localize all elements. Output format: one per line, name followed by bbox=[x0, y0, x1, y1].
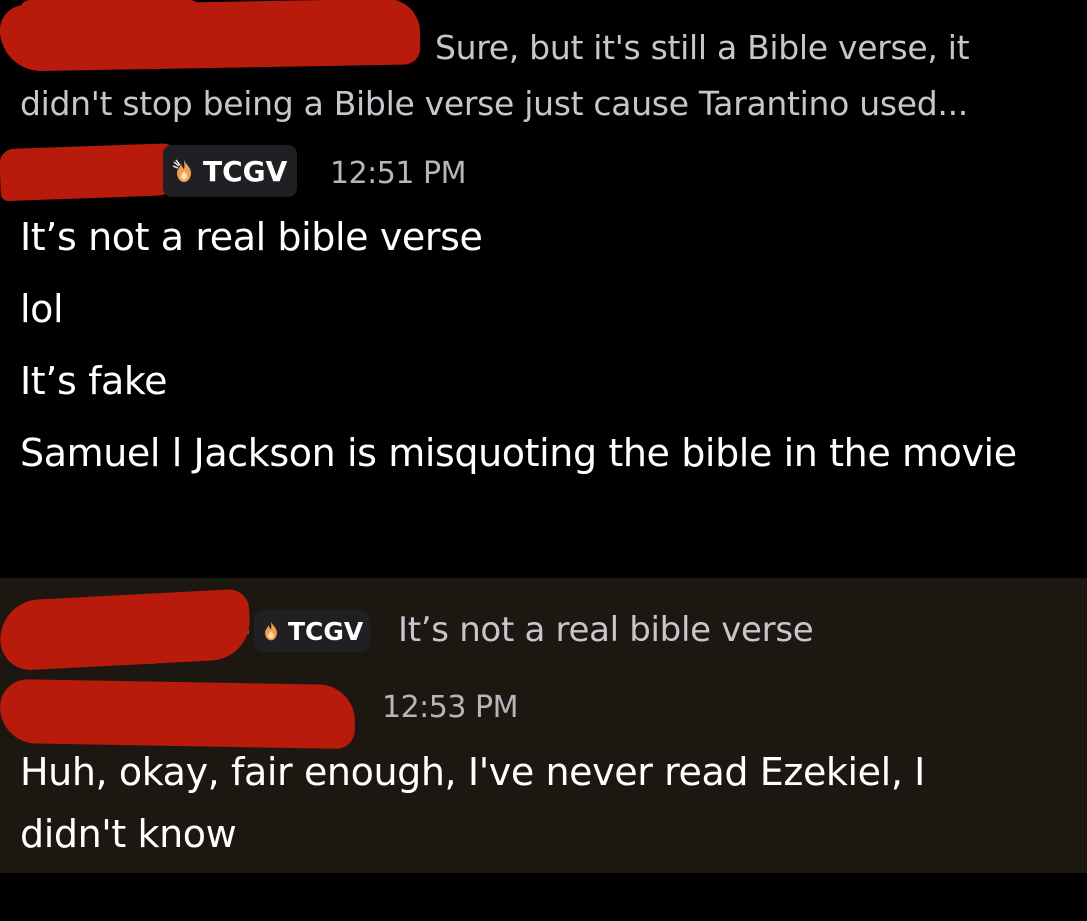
message-line: Huh, okay, fair enough, I've never read … bbox=[20, 750, 925, 856]
message-line: It’s fake bbox=[20, 359, 168, 403]
message-line: It’s not a real bible verse bbox=[20, 215, 483, 259]
role-tag-label: TCGV bbox=[203, 154, 288, 188]
reply-preview[interactable]: Sure, but it's still a Bible verse, it d… bbox=[0, 0, 1087, 135]
timestamp: 12:53 PM bbox=[382, 690, 518, 725]
message-line: Samuel l Jackson is misquoting the bible… bbox=[20, 431, 1017, 475]
reply-snippet-text[interactable]: It’s not a real bible verse bbox=[398, 610, 814, 650]
flame-icon bbox=[265, 621, 277, 641]
redacted-username bbox=[0, 678, 356, 750]
timestamp: 12:51 PM bbox=[330, 156, 466, 191]
redacted-username bbox=[0, 588, 252, 672]
flame-icon bbox=[172, 159, 191, 182]
role-tag[interactable]: TCGV bbox=[163, 145, 298, 197]
chat-view: Sure, but it's still a Bible verse, it d… bbox=[0, 0, 1087, 921]
redacted-username-stroke bbox=[20, 0, 200, 20]
message-line: lol bbox=[20, 287, 64, 331]
reply-role-tag[interactable]: TCGV bbox=[254, 610, 371, 652]
message-header-1: TCGV 12:51 PM bbox=[0, 142, 1087, 202]
role-tag-label: TCGV bbox=[288, 616, 364, 646]
redacted-username bbox=[0, 142, 186, 202]
